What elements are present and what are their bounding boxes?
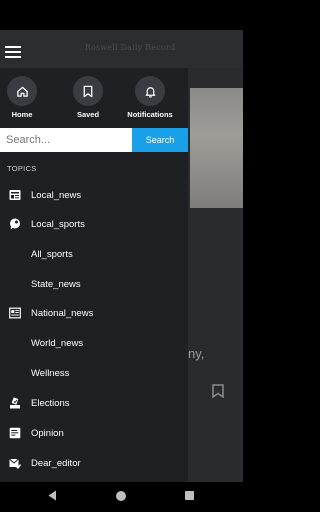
topic-label: Opinion <box>31 428 64 439</box>
mail-icon <box>9 458 21 469</box>
topic-opinion[interactable]: Opinion <box>0 422 188 446</box>
topic-local-news[interactable]: Local_news <box>0 184 188 208</box>
masthead-logo: Roswell Daily Record <box>84 43 176 52</box>
topic-label: State_news <box>31 279 81 290</box>
recent-apps-icon[interactable] <box>185 491 194 500</box>
topic-label: National_news <box>31 308 94 319</box>
topic-label: Elections <box>31 398 70 409</box>
topic-label: Local_news <box>31 190 82 201</box>
topic-wellness[interactable]: Wellness <box>0 362 188 386</box>
article-icon <box>9 307 21 319</box>
shortcut-saved[interactable]: Saved <box>62 76 114 119</box>
search-button[interactable]: Search <box>132 128 188 152</box>
opinion-icon <box>9 427 21 439</box>
topic-label: World_news <box>31 338 84 349</box>
bell-icon <box>135 76 165 106</box>
topic-elections[interactable]: Elections <box>0 392 188 416</box>
newspaper-icon <box>9 190 21 200</box>
shortcut-label: Home <box>11 110 33 119</box>
home-icon <box>7 76 37 106</box>
shortcut-label: Saved <box>76 110 100 119</box>
article-partial-text: ny, <box>188 346 205 361</box>
topic-label: Dear_editor <box>31 458 81 469</box>
back-icon[interactable] <box>48 490 57 501</box>
shortcut-label: Notifications <box>127 110 173 119</box>
topic-world-news[interactable]: World_news <box>0 332 188 356</box>
shortcut-notifications[interactable]: Notifications <box>124 76 176 119</box>
topic-label: Wellness <box>31 368 70 379</box>
app-screen: Roswell Daily Record ny, Home Saved Noti… <box>0 0 243 512</box>
home-circle-icon[interactable] <box>116 491 126 501</box>
shortcut-home[interactable]: Home <box>0 76 48 119</box>
topic-label: Local_sports <box>31 219 85 230</box>
hamburger-menu-icon[interactable] <box>5 45 21 59</box>
article-bookmark-icon[interactable] <box>212 384 224 398</box>
topic-all-sports[interactable]: All_sports <box>0 243 188 267</box>
search-bar: Search <box>0 128 188 152</box>
topic-local-sports[interactable]: Local_sports <box>0 213 188 237</box>
topic-national-news[interactable]: National_news <box>0 302 188 326</box>
app-bar: Roswell Daily Record <box>0 30 243 68</box>
topic-dear-editor[interactable]: Dear_editor <box>0 452 188 476</box>
bookmark-icon <box>73 76 103 106</box>
article-photo <box>190 88 243 208</box>
ball-icon <box>10 218 20 229</box>
topic-state-news[interactable]: State_news <box>0 273 188 297</box>
ballot-icon <box>10 397 20 409</box>
topics-heading: TOPICS <box>7 164 37 173</box>
topic-label: All_sports <box>31 249 73 260</box>
search-input[interactable] <box>0 128 132 152</box>
